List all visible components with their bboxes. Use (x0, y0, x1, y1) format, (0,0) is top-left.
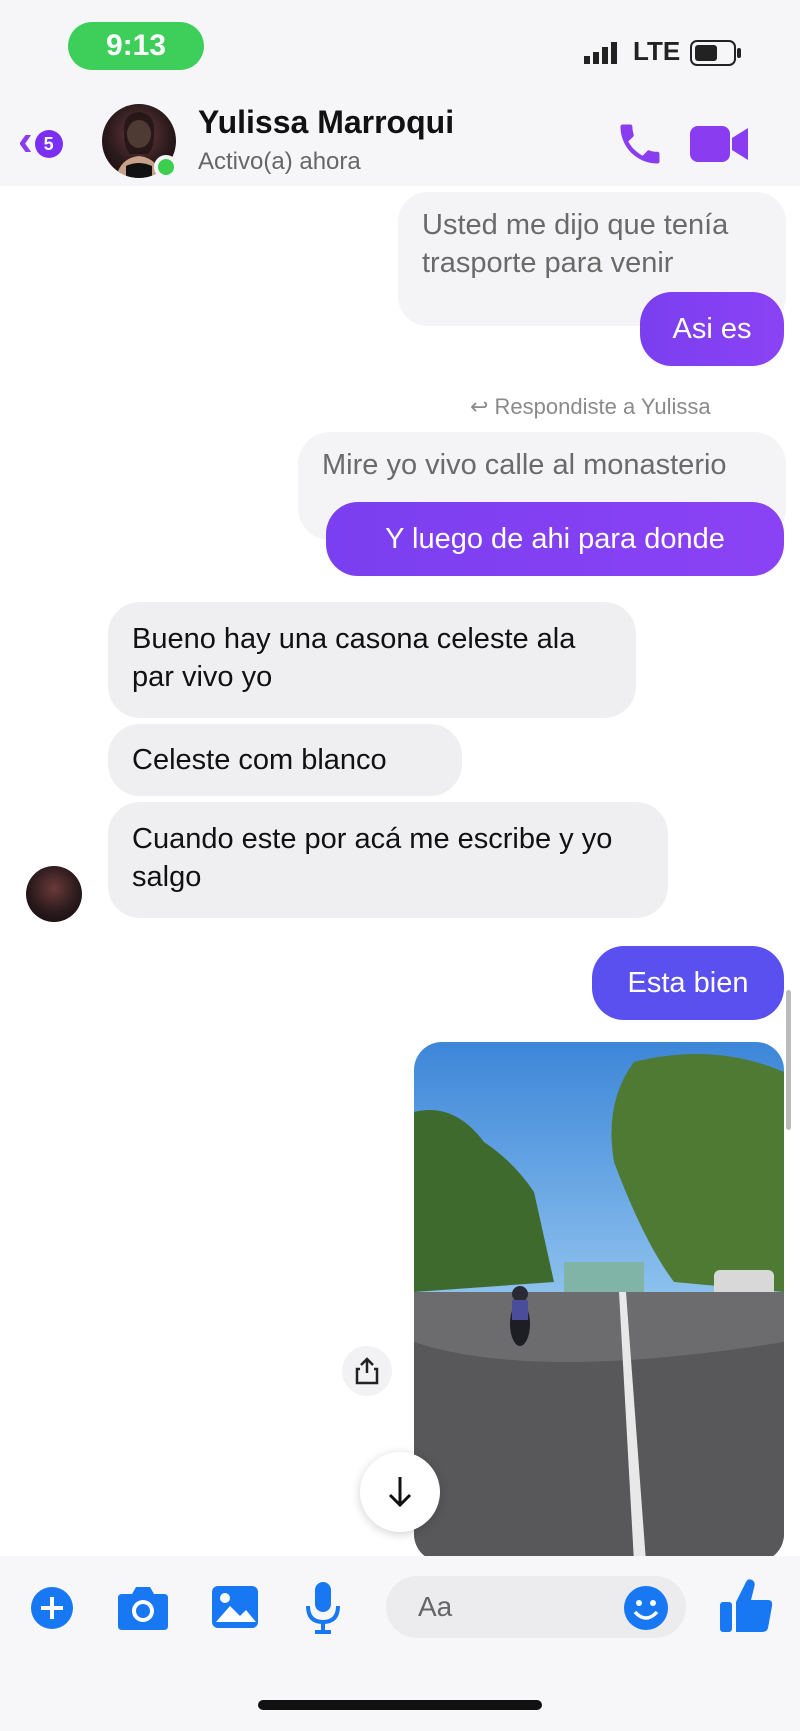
unread-badge: 5 (34, 130, 63, 158)
status-time: 9:13 (68, 22, 204, 70)
message-bubble-received[interactable]: Celeste com blanco (108, 724, 462, 796)
contact-name[interactable]: Yulissa Marroqui (198, 104, 454, 141)
message-bubble-sent[interactable]: Asi es (640, 292, 784, 366)
emoji-icon[interactable] (622, 1584, 670, 1632)
camera-icon[interactable] (116, 1584, 170, 1632)
microphone-icon[interactable] (304, 1580, 342, 1636)
share-icon (355, 1357, 379, 1385)
message-bubble-received[interactable]: Cuando este por acá me escribe y yo salg… (108, 802, 668, 918)
arrow-down-icon (388, 1477, 412, 1508)
signal-icon (584, 42, 617, 64)
message-text: Esta bien (627, 967, 749, 999)
back-chevron-icon: ‹ (18, 116, 33, 165)
message-text: Asi es (672, 313, 752, 345)
thumbs-up-icon[interactable] (718, 1576, 774, 1636)
battery-icon (690, 40, 741, 66)
scrollbar[interactable] (786, 990, 791, 1130)
message-text: Usted me dijo que tenía trasporte para v… (422, 209, 729, 279)
contact-status: Activo(a) ahora (198, 148, 361, 175)
share-button[interactable] (342, 1346, 392, 1396)
street-photo (414, 1042, 784, 1562)
plus-icon[interactable] (30, 1586, 74, 1630)
back-button[interactable]: ‹ 5 (18, 118, 82, 170)
phone-icon[interactable] (614, 118, 666, 170)
message-bubble-sent[interactable]: Y luego de ahi para donde (326, 502, 784, 576)
network-type: LTE (633, 36, 681, 66)
message-text: Y luego de ahi para donde (385, 523, 725, 555)
sender-avatar[interactable] (26, 866, 82, 922)
input-placeholder: Aa (418, 1591, 453, 1622)
message-text: Bueno hay una casona celeste ala par viv… (132, 623, 576, 693)
shared-photo[interactable] (414, 1042, 784, 1562)
reply-note: ↩ Respondiste a Yulissa (470, 394, 711, 419)
message-text: Mire yo vivo calle al monasterio (322, 449, 727, 481)
message-bubble-received[interactable]: Bueno hay una casona celeste ala par viv… (108, 602, 636, 718)
home-indicator[interactable] (258, 1700, 542, 1710)
reply-arrow-icon: ↩ (470, 394, 495, 419)
scroll-down-button[interactable] (360, 1452, 440, 1532)
gallery-icon[interactable] (210, 1584, 260, 1630)
message-bubble-sent[interactable]: Esta bien (592, 946, 784, 1020)
message-text: Cuando este por acá me escribe y yo salg… (132, 823, 613, 893)
video-camera-icon[interactable] (690, 122, 750, 166)
online-indicator (154, 155, 178, 179)
message-text: Celeste com blanco (132, 744, 387, 776)
